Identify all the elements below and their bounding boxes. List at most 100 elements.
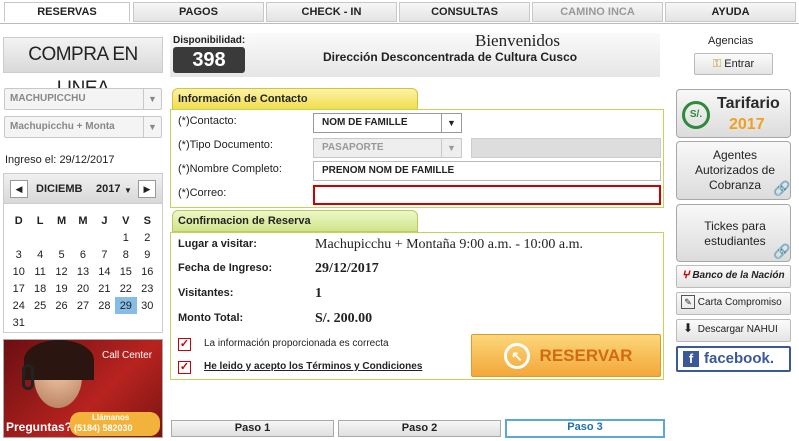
tab-check-in[interactable]: CHECK - IN xyxy=(266,2,397,22)
tarifario-year: 2017 xyxy=(729,116,765,133)
lugar-label: Lugar a visitar: xyxy=(178,238,257,250)
calendar-day[interactable]: 20 xyxy=(72,280,93,297)
info-correct-checkbox[interactable]: ✓ xyxy=(178,338,191,351)
carta-compromiso-button[interactable]: ✎ Carta Compromiso xyxy=(676,292,791,315)
calendar-day[interactable]: 9 xyxy=(137,246,158,263)
calendar-header: ◀ DICIEMB 2017 ▼ ▶ xyxy=(4,174,162,204)
calendar-day[interactable]: 19 xyxy=(51,280,72,297)
weekday-header: V xyxy=(122,214,130,227)
entrar-button[interactable]: ⚿ Entrar xyxy=(694,53,773,75)
tipo-documento-value: PASAPORTE xyxy=(322,142,384,153)
weekday-header: M xyxy=(56,214,67,227)
descargar-nahui-button[interactable]: ⬇ Descargar NAHUI xyxy=(676,319,791,342)
calendar-day[interactable]: 28 xyxy=(94,297,115,314)
year-dropdown-icon[interactable]: ▼ xyxy=(124,186,132,195)
tab-reservas[interactable]: RESERVAS xyxy=(4,2,130,22)
calendar-day[interactable]: 1 xyxy=(115,229,136,246)
calendar-day[interactable]: 11 xyxy=(29,263,50,280)
next-month-icon[interactable]: ▶ xyxy=(138,180,156,198)
calendar-day[interactable]: 23 xyxy=(137,280,158,297)
calendar-day[interactable]: 31 xyxy=(8,314,29,331)
calendar-empty-cell xyxy=(94,314,115,331)
download-icon: ⬇ xyxy=(682,321,694,336)
tarifario-button[interactable]: S/. Tarifario 2017 xyxy=(676,89,791,138)
calendar-day[interactable]: 15 xyxy=(115,263,136,280)
calendar-grid: DLMMJVS 1 2 3 4 5 6 7 8 9 10 11 12 13 14 15 16 17 18 19 20 2… xyxy=(8,212,158,331)
calendar-day[interactable]: 30 xyxy=(137,297,158,314)
tickets-label: Tickes para estudiantes xyxy=(704,219,766,248)
tickets-button[interactable]: Tickes para estudiantes 🔗 xyxy=(676,204,791,262)
calendar-day[interactable]: 2 xyxy=(137,229,158,246)
calendar-empty-cell xyxy=(72,229,93,246)
facebook-icon: f xyxy=(683,351,699,367)
calendar-day[interactable]: 4 xyxy=(29,246,50,263)
monto-value: S/. 200.00 xyxy=(315,311,373,326)
facebook-label: facebook. xyxy=(704,350,775,367)
calendar-day[interactable]: 6 xyxy=(72,246,93,263)
calendar-empty-cell xyxy=(94,229,115,246)
phone-number: (5184) 582030 xyxy=(74,423,133,433)
calendar-day[interactable]: 8 xyxy=(115,246,136,263)
calendar-day[interactable]: 18 xyxy=(29,280,50,297)
nombre-completo-field[interactable]: PRENOM NOM DE FAMILLE xyxy=(313,161,661,181)
compra-en-linea-logo: COMPRA EN LINEA xyxy=(3,37,163,99)
calendar-day[interactable]: 16 xyxy=(137,263,158,280)
preguntas-label: Preguntas? xyxy=(6,420,73,434)
calendar-year[interactable]: 2017 xyxy=(96,183,120,195)
banco-nacion-button[interactable]: ⵖ Banco de la Nación xyxy=(676,265,791,288)
reservar-button[interactable]: ↖ RESERVAR xyxy=(471,334,661,377)
chevron-down-icon: ▼ xyxy=(143,117,161,137)
chevron-down-icon: ▼ xyxy=(143,89,161,109)
calendar-week: 3456789 xyxy=(8,246,158,263)
call-center-banner[interactable]: Call Center Preguntas? Llámanos (5184) 5… xyxy=(3,339,163,438)
calendar-day[interactable]: 14 xyxy=(94,263,115,280)
calendar-day[interactable]: 29 xyxy=(115,297,137,314)
contacto-select[interactable]: NOM DE FAMILLE ▼ xyxy=(313,113,462,133)
document-edit-icon: ✎ xyxy=(681,295,695,310)
calendar-day[interactable]: 25 xyxy=(29,297,50,314)
weekday-header: J xyxy=(101,214,108,227)
calendar-day[interactable]: 13 xyxy=(72,263,93,280)
calendar-day[interactable]: 3 xyxy=(8,246,29,263)
route-select[interactable]: Machupicchu + Monta ▼ xyxy=(4,116,162,138)
chevron-down-icon: ▼ xyxy=(441,114,461,132)
calendar-day[interactable]: 5 xyxy=(51,246,72,263)
calendar-day[interactable]: 21 xyxy=(94,280,115,297)
tab-pagos[interactable]: PAGOS xyxy=(133,2,264,22)
headset-icon xyxy=(22,364,34,390)
weekday-header: L xyxy=(36,214,44,227)
calendar-day[interactable]: 17 xyxy=(8,280,29,297)
monto-label: Monto Total: xyxy=(178,312,244,324)
info-correct-label: La información proporcionada es correcta xyxy=(204,338,389,349)
calendar-week: 17 18 19 20 21 22 23 xyxy=(8,280,158,297)
terms-checkbox[interactable]: ✓ xyxy=(178,361,191,374)
tipo-documento-label: (*)Tipo Documento: xyxy=(178,139,273,151)
facebook-button[interactable]: f facebook. xyxy=(676,346,791,372)
nombre-completo-label: (*)Nombre Completo: xyxy=(178,163,282,175)
calendar-day[interactable]: 27 xyxy=(72,297,93,314)
calendar-empty-cell xyxy=(29,314,50,331)
calendar-day[interactable]: 12 xyxy=(51,263,72,280)
correo-field[interactable] xyxy=(313,185,661,205)
tab-consultas[interactable]: CONSULTAS xyxy=(399,2,530,22)
calendar-day[interactable]: 22 xyxy=(115,280,136,297)
tab-ayuda[interactable]: AYUDA xyxy=(665,2,796,22)
terms-link[interactable]: He leido y acepto los Términos y Condici… xyxy=(204,361,422,372)
calendar-day[interactable]: 26 xyxy=(51,297,72,314)
calendar-week: 10 11 12 13 14 15 16 xyxy=(8,263,158,280)
calendar-day[interactable]: 10 xyxy=(8,263,29,280)
calendar-month[interactable]: DICIEMB xyxy=(36,183,82,195)
cursor-click-icon: ↖ xyxy=(504,343,530,369)
prev-month-icon[interactable]: ◀ xyxy=(10,180,28,198)
calendar-week: 24 25 26 27 28 29 30 xyxy=(8,297,158,314)
fecha-label: Fecha de Ingreso: xyxy=(178,262,273,274)
visitantes-value: 1 xyxy=(315,286,322,301)
calendar-day[interactable]: 7 xyxy=(94,246,115,263)
place-select[interactable]: MACHUPICCHU ▼ xyxy=(4,88,162,110)
contacto-label: (*)Contacto: xyxy=(178,115,237,127)
carta-compromiso-label: Carta Compromiso xyxy=(697,297,782,308)
tarifario-label: Tarifario xyxy=(717,95,780,112)
agentes-button[interactable]: Agentes Autorizados de Cobranza 🔗 xyxy=(676,141,791,200)
calendar-day[interactable]: 24 xyxy=(8,297,29,314)
calendar-empty-cell xyxy=(72,314,93,331)
